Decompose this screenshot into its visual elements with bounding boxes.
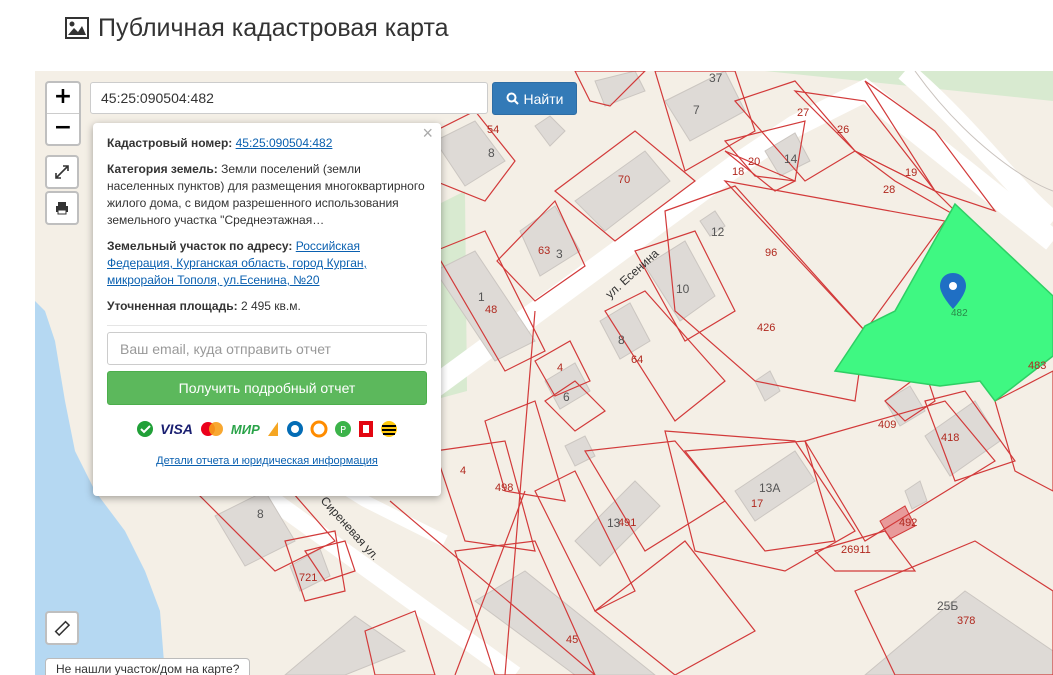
kiwi-icon: Р [334,421,351,437]
zoom-in-button[interactable]: + [47,83,79,113]
page-header: Публичная кадастровая карта [64,8,449,48]
parcel-label: 378 [957,615,975,627]
search-button-label: Найти [523,90,564,107]
parcel-label: 491 [618,517,636,529]
parcel-label: 48 [485,304,497,316]
parcel-label: 492 [899,517,917,529]
ruler-icon [54,620,70,636]
parcel-label: 418 [941,432,959,444]
parcel-label: 409 [878,419,896,431]
zoom-out-button[interactable]: − [47,113,79,144]
building-label: 10 [676,282,690,296]
parcel-label: 498 [495,482,513,494]
building-label: 14 [784,152,798,166]
report-details-link[interactable]: Детали отчета и юридическая информация [156,455,378,467]
parcel-label: 26 [837,124,849,136]
parcel-label: 70 [618,174,630,186]
mir-icon: МИР [230,421,260,437]
address-label: Земельный участок по адресу: [107,239,293,253]
category-label: Категория земель: [107,162,218,176]
parcel-label: 19 [905,167,917,179]
close-icon[interactable]: × [422,124,433,142]
parcel-label: 17 [751,498,763,510]
print-button[interactable] [45,191,79,225]
mastercard-icon [200,422,223,436]
building-label: 6 [563,390,570,404]
zoom-control: + − [45,81,81,146]
parcel-label: 483 [1028,360,1046,372]
building-label: 13 [607,516,621,530]
parcel-label: 27 [797,107,809,119]
parcel-label: 28 [883,184,895,196]
parcel-label: 96 [765,247,777,259]
payment-methods: VISA МИР Р [107,419,427,439]
building-label: 37 [709,71,723,85]
search-icon [506,92,519,105]
building-label: 13А [759,481,780,495]
building-label: 3 [556,247,563,261]
parcel-label: 4 [460,465,466,477]
picture-icon [65,17,89,39]
webmoney-icon [286,421,303,437]
parcel-label: 721 [299,572,317,584]
parcel-label: 45 [566,634,578,646]
parcel-label: 64 [631,354,643,366]
parcel-label: 426 [757,322,775,334]
parcel-label: 26911 [841,544,871,556]
yandex-money-icon [267,422,278,436]
fullscreen-button[interactable] [45,155,79,189]
search-button[interactable]: Найти [492,82,577,115]
parcel-info-popup: × Кадастровый номер: 45:25:090504:482 Ка… [93,123,441,496]
selected-parcel-label: 482 [951,308,968,319]
building-label: 8 [488,146,495,160]
beeline-icon [380,421,397,437]
not-found-link[interactable]: Не нашли участок/дом на карте? [45,658,251,675]
qiwi-icon [310,420,328,438]
cadastral-number-link[interactable]: 45:25:090504:482 [236,136,333,150]
building-label: 7 [693,103,700,117]
ruler-button[interactable] [45,611,79,645]
visa-icon: VISA [160,420,193,437]
parcel-label: 4 [557,362,563,374]
get-report-button[interactable]: Получить подробный отчет [107,371,427,405]
svg-text:Р: Р [340,425,346,436]
building-label: 8 [618,333,625,347]
cadastral-search-input[interactable] [90,82,488,114]
cadastral-label: Кадастровый номер: [107,136,233,150]
mts-icon [358,421,373,437]
expand-icon [55,165,69,179]
area-value: 2 495 кв.м. [240,299,301,313]
parcel-label: 18 [732,166,744,178]
cadastral-map[interactable]: ул. Есенина Сиреневая ул. 54 27 26 19 20… [35,71,1053,675]
building-label: 8 [257,507,264,521]
building-label: 25Б [937,599,958,613]
parcel-label: 63 [538,245,550,257]
parcel-label: 20 [748,156,760,168]
building-label: 12 [711,225,725,239]
email-field[interactable] [107,332,427,365]
building-label: 1 [478,290,485,304]
sberbank-icon [137,421,154,437]
area-label: Уточненная площадь: [107,299,238,313]
parcel-label: 54 [487,124,499,136]
page-title: Публичная кадастровая карта [98,13,449,42]
print-icon [56,202,68,215]
